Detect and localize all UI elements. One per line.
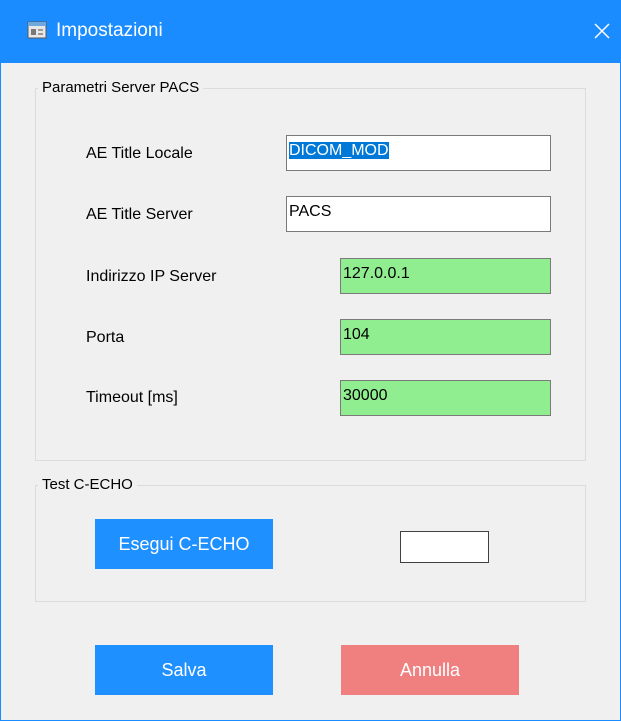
- close-icon[interactable]: [590, 19, 614, 43]
- port-input[interactable]: 104: [340, 319, 551, 355]
- pacs-group-legend: Parametri Server PACS: [38, 79, 204, 97]
- timeout-input[interactable]: 30000: [340, 380, 551, 416]
- settings-window-icon: [27, 21, 47, 39]
- port-label: Porta: [86, 329, 125, 346]
- timeout-value: 30000: [343, 387, 388, 404]
- settings-dialog: Impostazioni Parametri Server PACS AE Ti…: [0, 0, 621, 721]
- dialog-content: Parametri Server PACS AE Title Locale DI…: [1, 63, 620, 720]
- timeout-label: Timeout [ms]: [86, 389, 178, 406]
- c-echo-result-indicator: [400, 531, 489, 563]
- ae-title-local-value: DICOM_MOD: [289, 142, 389, 159]
- ip-address-input[interactable]: 127.0.0.1: [340, 258, 551, 294]
- save-button[interactable]: Salva: [95, 645, 273, 695]
- ae-title-server-input[interactable]: PACS: [286, 196, 551, 232]
- ip-address-label: Indirizzo IP Server: [86, 268, 217, 285]
- ae-title-local-input[interactable]: DICOM_MOD: [286, 135, 551, 171]
- ae-title-local-label: AE Title Locale: [86, 145, 193, 162]
- window-title: Impostazioni: [56, 20, 163, 41]
- ae-title-server-value: PACS: [289, 203, 332, 220]
- title-bar[interactable]: Impostazioni: [1, 1, 620, 63]
- cancel-button-label: Annulla: [399, 659, 461, 680]
- run-c-echo-button[interactable]: Esegui C-ECHO: [95, 519, 273, 569]
- port-value: 104: [343, 326, 370, 343]
- cancel-button[interactable]: Annulla: [341, 645, 519, 695]
- echo-group-legend: Test C-ECHO: [38, 476, 137, 494]
- ip-address-value: 127.0.0.1: [343, 265, 410, 282]
- ae-title-server-label: AE Title Server: [86, 206, 193, 223]
- run-c-echo-label: Esegui C-ECHO: [118, 533, 250, 554]
- save-button-label: Salva: [161, 659, 207, 680]
